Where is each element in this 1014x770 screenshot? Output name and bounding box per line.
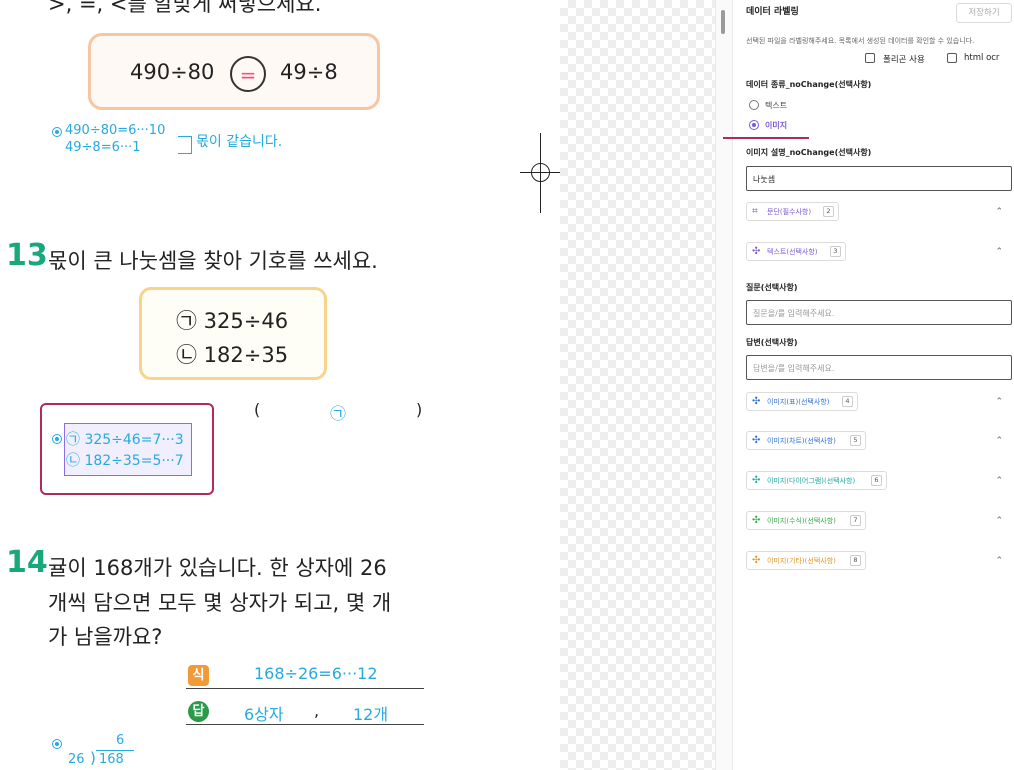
- q13-text: 몫이 큰 나눗셈을 찾아 기호를 쓰세요.: [48, 249, 378, 273]
- q14-number: 14: [6, 545, 48, 580]
- div-divisor: 26: [68, 752, 85, 767]
- dap-tag: 답: [188, 701, 209, 722]
- section-label: 이미지(표)(선택사항): [767, 398, 830, 406]
- q12-left-expr: 490÷80: [130, 60, 215, 84]
- div-quotient: 6: [116, 733, 125, 748]
- q13-option1: ㉠ 325÷46: [176, 309, 289, 333]
- chevron-up-icon[interactable]: ⌃: [995, 247, 1003, 257]
- polygon-label: 폴리곤 사용: [883, 55, 925, 65]
- paragraph-icon: ⌗: [752, 206, 758, 217]
- section-count: 5: [850, 435, 861, 446]
- section-count: 4: [842, 396, 853, 407]
- q13-solution1: ㉠ 325÷46=7···3: [66, 432, 184, 448]
- q13-answer: ㉠: [330, 404, 347, 423]
- section-label: 문단(필수사항): [767, 208, 812, 216]
- section-label: 이미지(차트)(선택사항): [767, 437, 836, 445]
- image-desc-title: 이미지 설명_noChange(선택사항): [746, 148, 872, 157]
- dap-underline: [186, 724, 424, 725]
- chevron-up-icon[interactable]: ⌃: [995, 397, 1003, 407]
- q14-line3: 가 남을까요?: [48, 625, 163, 649]
- chevron-up-icon[interactable]: ⌃: [995, 476, 1003, 486]
- table-icon: ✣: [752, 396, 761, 407]
- instruction-text: >, =, <를 알맞게 써넣으세요.: [48, 0, 322, 16]
- image-desc-input[interactable]: 나눗셈: [746, 166, 1012, 191]
- q12-answer-symbol: =: [239, 63, 257, 87]
- section-image-etc[interactable]: ✣ 이미지(기타)(선택사항) 8: [746, 551, 866, 570]
- section-image-table[interactable]: ✣ 이미지(표)(선택사항) 4: [746, 392, 858, 411]
- q12-answer-circle[interactable]: =: [230, 56, 266, 92]
- formula-icon: ✣: [752, 515, 761, 526]
- q14-dap-box: 6상자: [244, 705, 284, 724]
- sik-tag: 식: [188, 665, 209, 686]
- canvas-background: [560, 0, 715, 770]
- chevron-up-icon[interactable]: ⌃: [995, 436, 1003, 446]
- q14-sik-answer: 168÷26=6···12: [254, 664, 378, 683]
- bracket-line-bottom: [178, 153, 192, 154]
- q12-answer-line1: 490÷80=6···10: [65, 123, 166, 138]
- answer-bullet-icon: [52, 127, 62, 137]
- answer-bullet-icon: [52, 434, 62, 444]
- labeling-panel: 데이터 라벨링 저장하기 선택된 파일을 라벨링해주세요. 목록에서 생성된 데…: [723, 0, 1014, 770]
- bracket-line: [178, 136, 192, 153]
- div-dividend: 168: [99, 752, 124, 767]
- answer-bullet-icon: [52, 739, 62, 749]
- data-type-title: 데이터 종류_noChange(선택사항): [746, 80, 872, 89]
- section-count: 7: [850, 515, 861, 526]
- crosshair-circle: [531, 163, 550, 182]
- chevron-up-icon[interactable]: ⌃: [995, 556, 1003, 566]
- q12-right-expr: 49÷8: [280, 60, 338, 84]
- q13-option2: ㉡ 182÷35: [176, 343, 289, 367]
- polygon-checkbox[interactable]: [865, 53, 875, 63]
- radio-image[interactable]: [749, 120, 759, 130]
- section-image-chart[interactable]: ✣ 이미지(차트)(선택사항) 5: [746, 431, 866, 450]
- answer-title: 답변(선택사항): [746, 338, 798, 347]
- scrollbar-thumb[interactable]: [721, 10, 725, 34]
- section-label: 이미지(수식)(선택사항): [767, 517, 836, 525]
- diagram-icon: ✣: [752, 475, 761, 486]
- etc-icon: ✣: [752, 555, 761, 566]
- document-page: >, =, <를 알맞게 써넣으세요. 490÷80 = 49÷8 490÷80…: [0, 0, 560, 770]
- div-bar: [96, 750, 134, 751]
- text-icon: ✣: [752, 246, 761, 257]
- radio-image-label: 이미지: [765, 121, 788, 130]
- scrollbar[interactable]: [715, 0, 733, 770]
- html-ocr-checkbox[interactable]: [947, 53, 957, 63]
- q13-number: 13: [6, 238, 48, 273]
- q12-answer-line2: 49÷8=6···1: [65, 140, 141, 155]
- chart-icon: ✣: [752, 435, 761, 446]
- section-paragraph[interactable]: ⌗ 문단(필수사항) 2: [746, 202, 839, 221]
- q14-dap-rest: 12개: [353, 705, 389, 724]
- section-count: 8: [850, 555, 861, 566]
- q13-solution2: ㉡ 182÷35=5···7: [66, 453, 184, 469]
- answer-input[interactable]: 답변을/를 입력해주세요.: [746, 355, 1012, 380]
- div-bracket: ): [90, 749, 96, 767]
- section-count: 2: [823, 206, 834, 217]
- radio-text-label: 텍스트: [765, 101, 788, 110]
- q14-dap-comma: ,: [314, 701, 320, 720]
- q14-line1: 귤이 168개가 있습니다. 한 상자에 26: [48, 556, 387, 580]
- paren-close: ): [416, 400, 423, 419]
- chevron-up-icon[interactable]: ⌃: [995, 207, 1003, 217]
- section-count: 6: [871, 475, 882, 486]
- active-indicator: [723, 137, 809, 139]
- panel-description: 선택된 파일을 라벨링해주세요. 목록에서 생성된 데이터를 확인할 수 있습니…: [746, 37, 975, 45]
- q14-line2: 개씩 담으면 모두 몇 상자가 되고, 몇 개: [48, 591, 392, 615]
- paren-open: (: [254, 400, 261, 419]
- radio-text[interactable]: [749, 100, 759, 110]
- section-text[interactable]: ✣ 텍스트(선택사항) 3: [746, 242, 846, 261]
- section-image-formula[interactable]: ✣ 이미지(수식)(선택사항) 7: [746, 511, 866, 530]
- section-image-diagram[interactable]: ✣ 이미지(다이어그램)(선택사항) 6: [746, 471, 887, 490]
- chevron-up-icon[interactable]: ⌃: [995, 516, 1003, 526]
- save-button[interactable]: 저장하기: [956, 3, 1012, 23]
- panel-title: 데이터 라벨링: [746, 7, 799, 17]
- question-input[interactable]: 질문을/를 입력해주세요.: [746, 300, 1012, 325]
- sik-underline: [186, 688, 424, 689]
- section-label: 이미지(기타)(선택사항): [767, 557, 836, 565]
- question-title: 질문(선택사항): [746, 283, 798, 292]
- q12-answer-note: 몫이 같습니다.: [196, 134, 283, 150]
- section-label: 텍스트(선택사항): [767, 248, 818, 256]
- section-count: 3: [830, 246, 841, 257]
- section-label: 이미지(다이어그램)(선택사항): [767, 477, 856, 485]
- html-ocr-label: html ocr: [964, 53, 1000, 63]
